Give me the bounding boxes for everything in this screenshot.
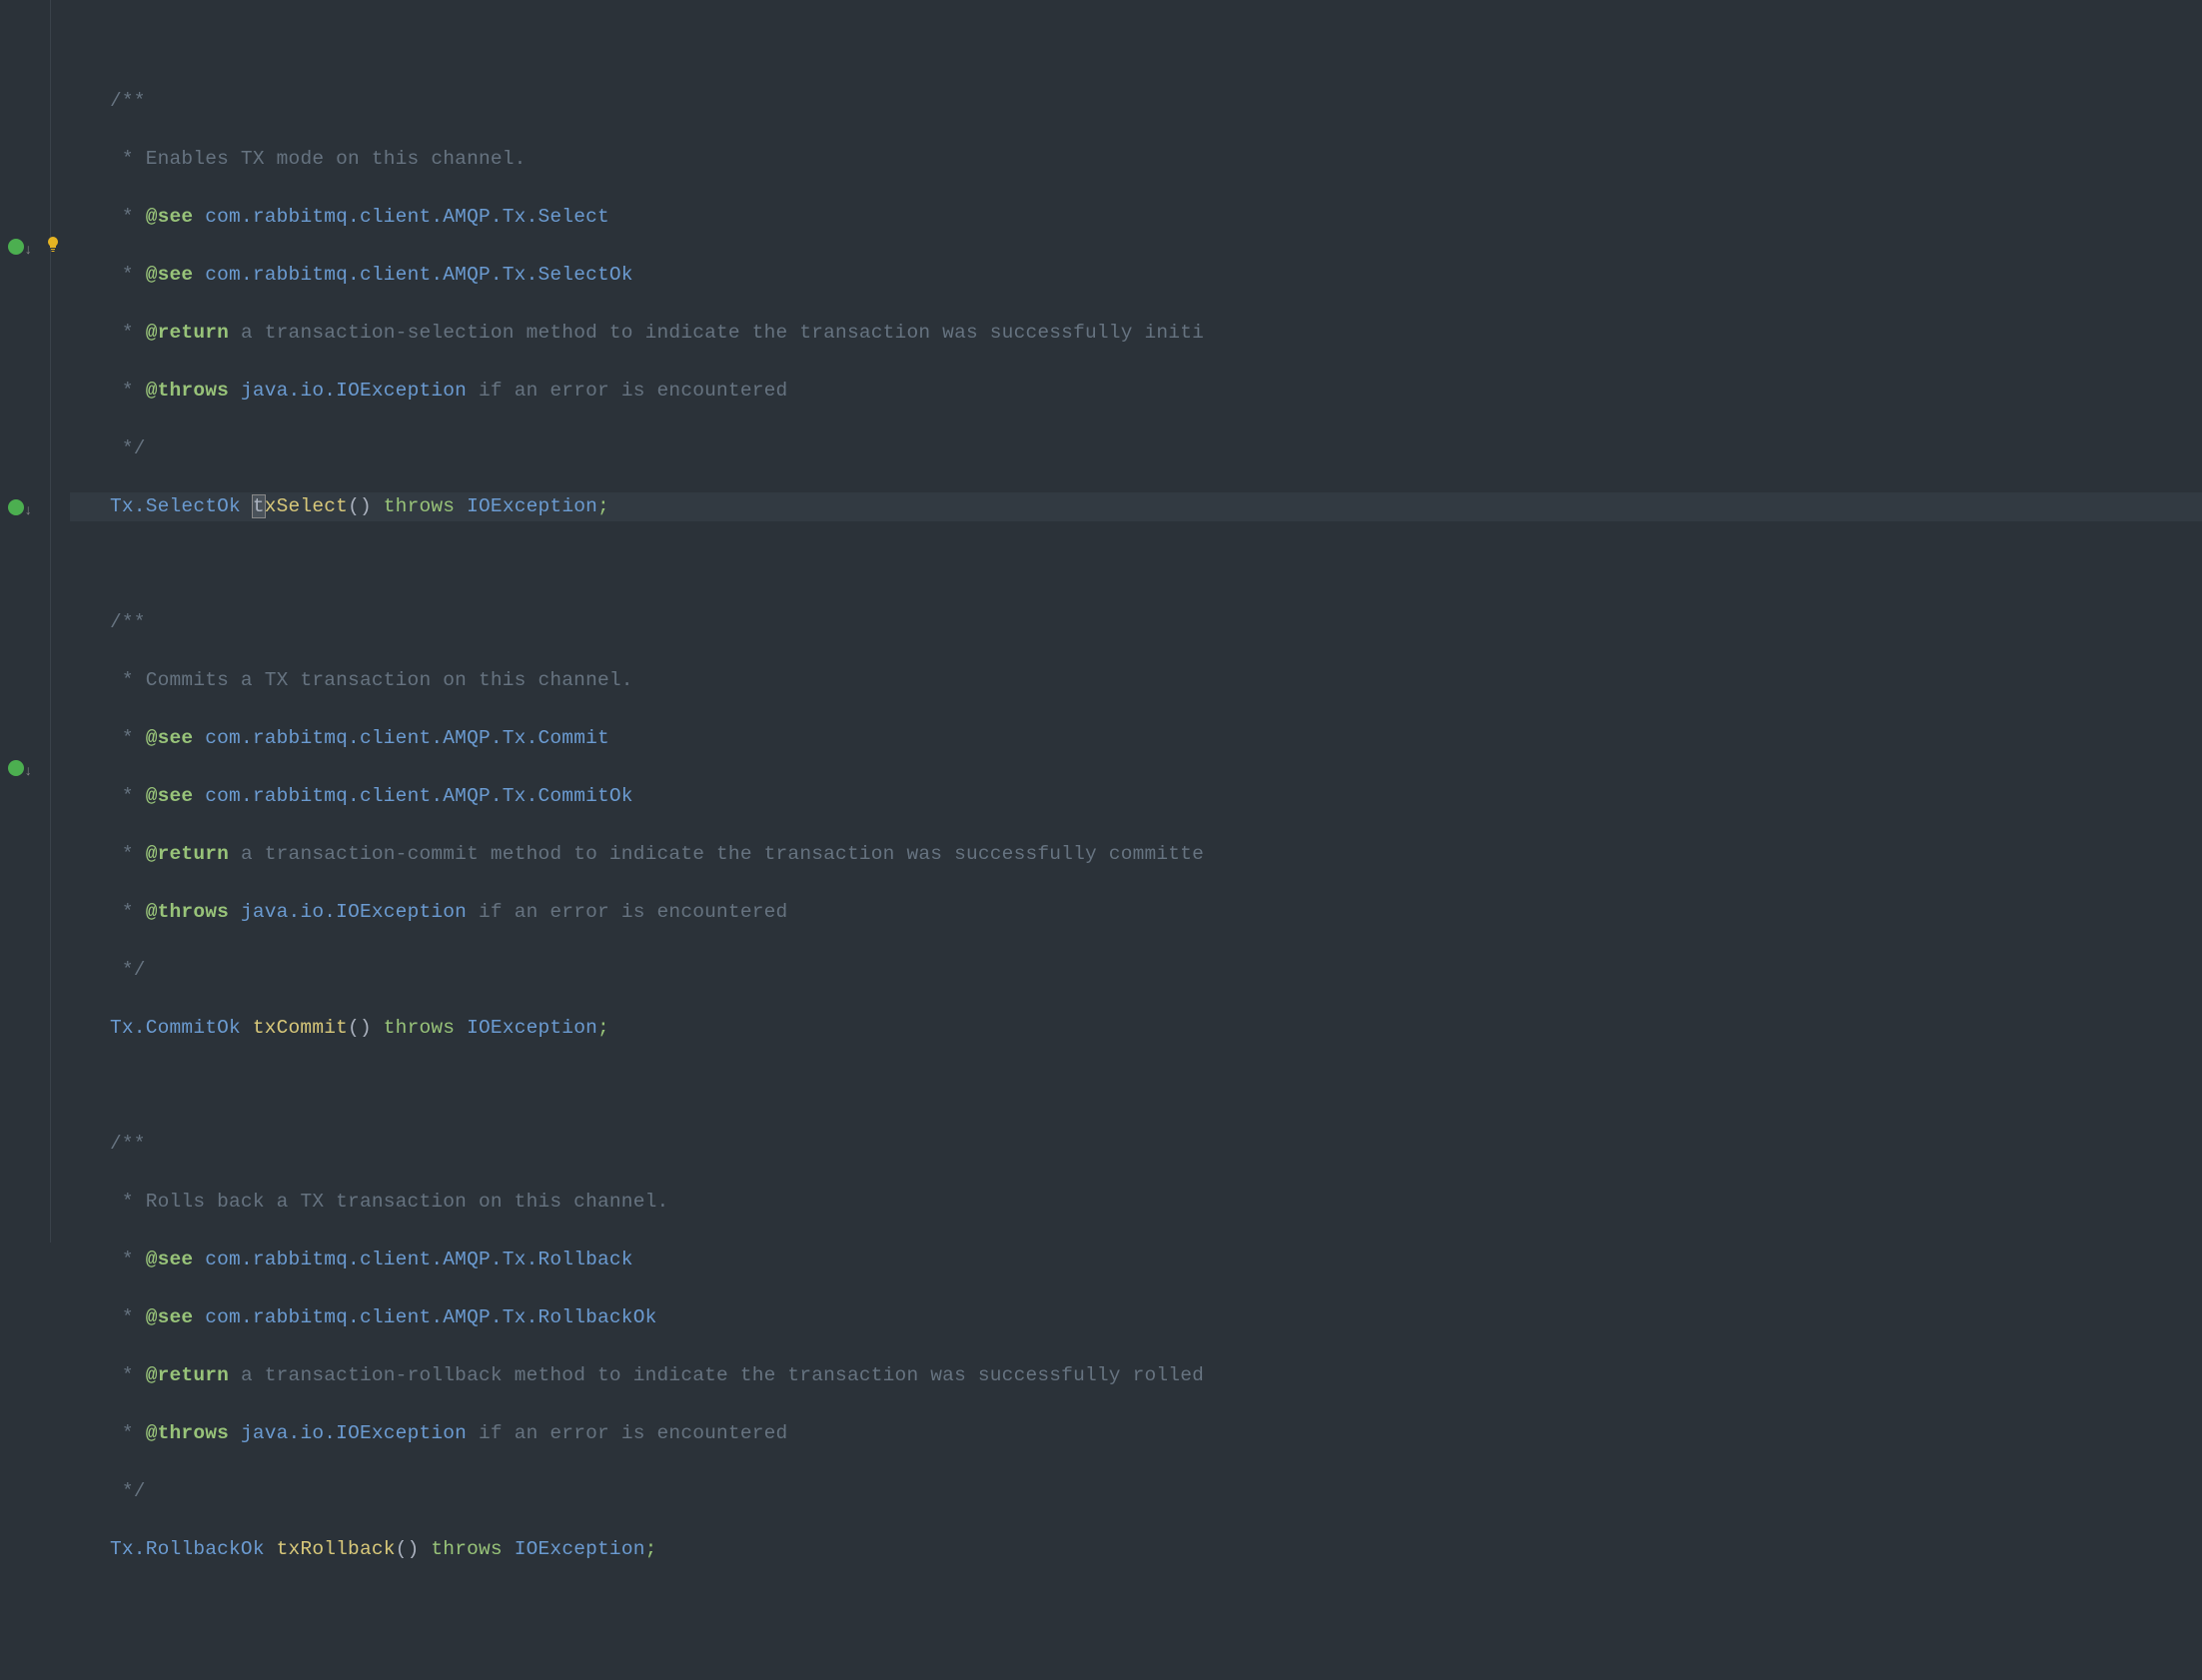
code-area[interactable]: /** * Enables TX mode on this channel. *… xyxy=(70,0,2202,1243)
exception-type: IOException xyxy=(467,1017,597,1039)
javadoc-tag: @see xyxy=(146,727,194,749)
javadoc-line: * Enables TX mode on this channel. xyxy=(110,148,527,170)
javadoc-tag: @throws xyxy=(146,901,229,923)
javadoc-close: */ xyxy=(110,437,146,459)
return-type: Tx.RollbackOk xyxy=(110,1538,265,1560)
current-line: Tx.SelectOk txSelect() throws IOExceptio… xyxy=(70,492,2202,521)
throws-keyword: throws xyxy=(384,495,455,517)
javadoc-line: * Commits a TX transaction on this chann… xyxy=(110,669,633,691)
javadoc-link: com.rabbitmq.client.AMQP.Tx.RollbackOk xyxy=(205,1306,656,1328)
javadoc-line: * @see com.rabbitmq.client.AMQP.Tx.Rollb… xyxy=(110,1306,657,1328)
javadoc-tag: @throws xyxy=(146,380,229,402)
fold-guide xyxy=(50,0,51,1243)
javadoc-line: * @return a transaction-commit method to… xyxy=(110,843,1204,865)
method-name: txRollback xyxy=(277,1538,396,1560)
impl-marker-icon[interactable] xyxy=(8,760,24,776)
javadoc-line: * @see com.rabbitmq.client.AMQP.Tx.Selec… xyxy=(110,264,633,286)
javadoc-tag: @see xyxy=(146,785,194,807)
javadoc-line: * @return a transaction-selection method… xyxy=(110,322,1204,344)
javadoc-link: com.rabbitmq.client.AMQP.Tx.Commit xyxy=(205,727,609,749)
javadoc-line: * @throws java.io.IOException if an erro… xyxy=(110,1422,787,1444)
javadoc-line: * @see com.rabbitmq.client.AMQP.Tx.Commi… xyxy=(110,785,633,807)
javadoc-tag: @throws xyxy=(146,1422,229,1444)
impl-marker-icon[interactable] xyxy=(8,239,24,255)
javadoc-close: */ xyxy=(110,1480,146,1502)
javadoc-link: com.rabbitmq.client.AMQP.Tx.Rollback xyxy=(205,1249,632,1270)
exception-type: IOException xyxy=(467,495,597,517)
impl-arrow-icon: ↓ xyxy=(24,497,33,526)
javadoc-open: /** xyxy=(110,90,146,112)
javadoc-link: java.io.IOException xyxy=(241,380,467,402)
javadoc-tag: @return xyxy=(146,322,229,344)
javadoc-tag: @see xyxy=(146,1249,194,1270)
javadoc-tag: @return xyxy=(146,843,229,865)
javadoc-tag: @see xyxy=(146,1306,194,1328)
javadoc-line: * @see com.rabbitmq.client.AMQP.Tx.Commi… xyxy=(110,727,609,749)
return-type: Tx.CommitOk xyxy=(110,1017,241,1039)
javadoc-line: * @see com.rabbitmq.client.AMQP.Tx.Rollb… xyxy=(110,1249,633,1270)
impl-arrow-icon: ↓ xyxy=(24,237,33,266)
return-type: Tx.SelectOk xyxy=(110,495,241,517)
method-name: txCommit xyxy=(253,1017,348,1039)
throws-keyword: throws xyxy=(431,1538,502,1560)
javadoc-link: java.io.IOException xyxy=(241,901,467,923)
exception-type: IOException xyxy=(515,1538,645,1560)
javadoc-line: * @return a transaction-rollback method … xyxy=(110,1364,1204,1386)
javadoc-link: com.rabbitmq.client.AMQP.Tx.SelectOk xyxy=(205,264,632,286)
method-name: xSelect xyxy=(265,495,348,517)
javadoc-link: com.rabbitmq.client.AMQP.Tx.Select xyxy=(205,206,609,228)
gutter[interactable]: ↓ ↓ ↓ xyxy=(0,0,70,1243)
code-editor[interactable]: ↓ ↓ ↓ /** * Enables TX mode on this chan… xyxy=(0,0,2202,1243)
javadoc-line: * @see com.rabbitmq.client.AMQP.Tx.Selec… xyxy=(110,206,609,228)
javadoc-line: * @throws java.io.IOException if an erro… xyxy=(110,901,787,923)
impl-arrow-icon: ↓ xyxy=(24,758,33,787)
javadoc-tag: @return xyxy=(146,1364,229,1386)
javadoc-line: * @throws java.io.IOException if an erro… xyxy=(110,380,787,402)
javadoc-line: * Rolls back a TX transaction on this ch… xyxy=(110,1191,668,1213)
javadoc-link: com.rabbitmq.client.AMQP.Tx.CommitOk xyxy=(205,785,632,807)
javadoc-tag: @see xyxy=(146,264,194,286)
javadoc-link: java.io.IOException xyxy=(241,1422,467,1444)
throws-keyword: throws xyxy=(384,1017,455,1039)
caret-position: t xyxy=(253,495,265,517)
javadoc-open: /** xyxy=(110,611,146,633)
javadoc-close: */ xyxy=(110,959,146,981)
javadoc-open: /** xyxy=(110,1133,146,1155)
javadoc-tag: @see xyxy=(146,206,194,228)
bulb-icon[interactable] xyxy=(44,235,62,264)
impl-marker-icon[interactable] xyxy=(8,499,24,515)
